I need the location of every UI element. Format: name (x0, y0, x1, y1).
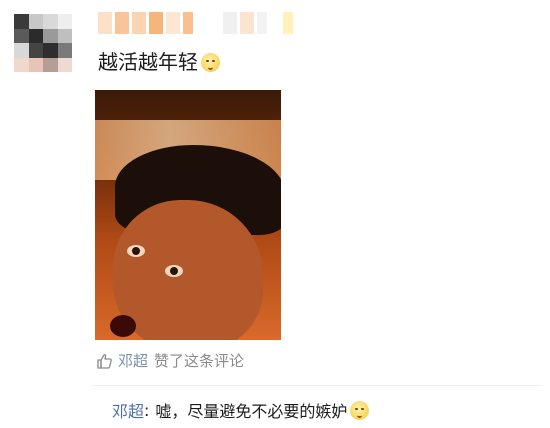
post-text: 越活越年轻 (98, 50, 220, 74)
avatar[interactable] (14, 14, 72, 72)
post-image[interactable] (95, 90, 281, 340)
reply: 邓超 : 嘘，尽量避免不必要的嫉妒 (112, 398, 370, 422)
post-text-content: 越活越年轻 (98, 50, 198, 74)
divider (92, 385, 542, 386)
username-redacted[interactable] (98, 12, 293, 34)
smirk-emoji-icon (201, 52, 220, 72)
like-row: 邓超 赞了这条评论 (96, 350, 244, 371)
like-action-text: 赞了这条评论 (154, 352, 245, 370)
smirk-emoji-icon (350, 400, 370, 420)
thumbs-up-icon[interactable] (96, 353, 112, 369)
reply-colon: : (144, 400, 150, 420)
reply-text: 嘘，尽量避免不必要的嫉妒 (155, 402, 348, 421)
liker-name[interactable]: 邓超 (118, 350, 148, 371)
reply-author[interactable]: 邓超 (112, 398, 144, 422)
